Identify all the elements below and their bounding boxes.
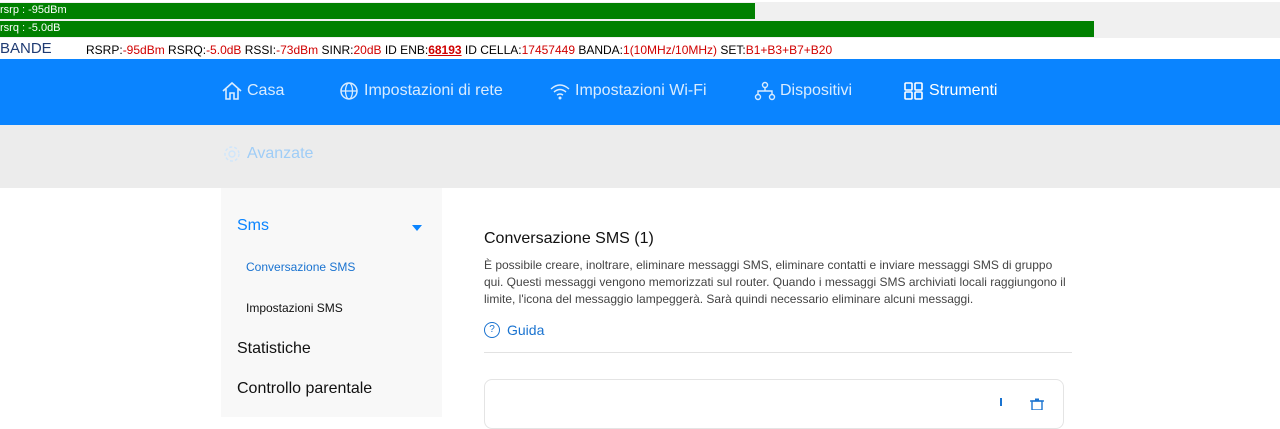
sub-nav: Avanzate (0, 125, 1280, 188)
sidebar-item-statistics[interactable]: Statistiche (237, 340, 311, 358)
nav-home-label: Casa (247, 82, 285, 99)
nav-devices[interactable]: Dispositivi (754, 81, 852, 101)
globe-icon (340, 82, 358, 100)
rsrp-bar-fill (0, 3, 755, 19)
tools-grid-icon (904, 82, 923, 100)
rsrq-bar-fill (0, 21, 1094, 37)
nav-home[interactable]: Casa (221, 81, 284, 101)
chevron-down-icon[interactable] (412, 225, 422, 231)
cella-key: ID CELLA: (461, 43, 522, 57)
page-title: Conversazione SMS (1) (484, 230, 654, 247)
home-icon (222, 81, 242, 100)
nav-tools[interactable]: Strumenti (903, 81, 997, 101)
banda-value: 1(10MHz/10MHz) (623, 43, 718, 57)
rsrq-key: RSRQ: (164, 43, 207, 57)
nav-tools-label: Strumenti (929, 82, 998, 99)
help-link-label: Guida (507, 322, 545, 338)
enb-value-link[interactable]: 68193 (428, 43, 461, 57)
rsrp-signal-bar: rsrp : -95dBm (0, 2, 1280, 20)
sidebar: Sms Conversazione SMS Impostazioni SMS S… (221, 188, 442, 417)
cella-value: 17457449 (521, 43, 575, 57)
rsrp-bar-label: rsrp : -95dBm (0, 4, 67, 16)
set-key: SET: (717, 43, 746, 57)
band-title: BANDE (0, 40, 52, 57)
divider (484, 352, 1072, 353)
subnav-advanced-label: Avanzate (247, 145, 314, 162)
new-message-icon[interactable] (1000, 398, 1002, 406)
devices-network-icon (754, 81, 776, 101)
sinr-key: SINR: (318, 43, 354, 57)
sms-list-card (484, 379, 1064, 429)
rsrq-signal-bar: rsrq : -5.0dB (0, 20, 1280, 38)
band-info-row: BANDE RSRP:-95dBm RSRQ:-5.0dB RSSI:-73dB… (0, 40, 1280, 58)
rssi-key: RSSI: (241, 43, 277, 57)
set-value: B1+B3+B7+B20 (745, 43, 833, 57)
nav-network-settings[interactable]: Impostazioni di rete (338, 81, 503, 101)
page-description: È possibile creare, inoltrare, eliminare… (484, 258, 1066, 306)
gear-icon (224, 146, 240, 162)
nav-network-label: Impostazioni di rete (364, 82, 503, 99)
rsrq-value: -5.0dB (206, 43, 242, 57)
rsrp-key: RSRP: (86, 43, 123, 57)
sidebar-item-sms-settings[interactable]: Impostazioni SMS (246, 301, 343, 315)
sinr-value: 20dB (353, 43, 382, 57)
rsrp-value: -95dBm (122, 43, 165, 57)
nav-devices-label: Dispositivi (780, 82, 853, 99)
wifi-icon (550, 84, 570, 100)
sidebar-item-sms[interactable]: Sms (237, 217, 269, 235)
band-info: RSRP:-95dBm RSRQ:-5.0dB RSSI:-73dBm SINR… (86, 43, 832, 57)
sidebar-item-sms-conversation[interactable]: Conversazione SMS (246, 260, 355, 274)
nav-wifi-label: Impostazioni Wi-Fi (575, 82, 707, 99)
sidebar-item-parental-control[interactable]: Controllo parentale (237, 380, 372, 398)
subnav-advanced[interactable]: Avanzate (223, 145, 313, 163)
enb-key: ID ENB: (381, 43, 429, 57)
banda-key: BANDA: (575, 43, 624, 57)
main-nav: Casa Impostazioni di rete Impostazioni W… (0, 59, 1280, 125)
help-icon: ? (484, 322, 500, 338)
nav-wifi-settings[interactable]: Impostazioni Wi-Fi (549, 81, 707, 101)
rsrq-bar-label: rsrq : -5.0dB (0, 22, 61, 34)
rssi-value: -73dBm (276, 43, 319, 57)
help-link[interactable]: ? Guida (484, 322, 544, 338)
delete-icon[interactable] (1030, 398, 1044, 410)
